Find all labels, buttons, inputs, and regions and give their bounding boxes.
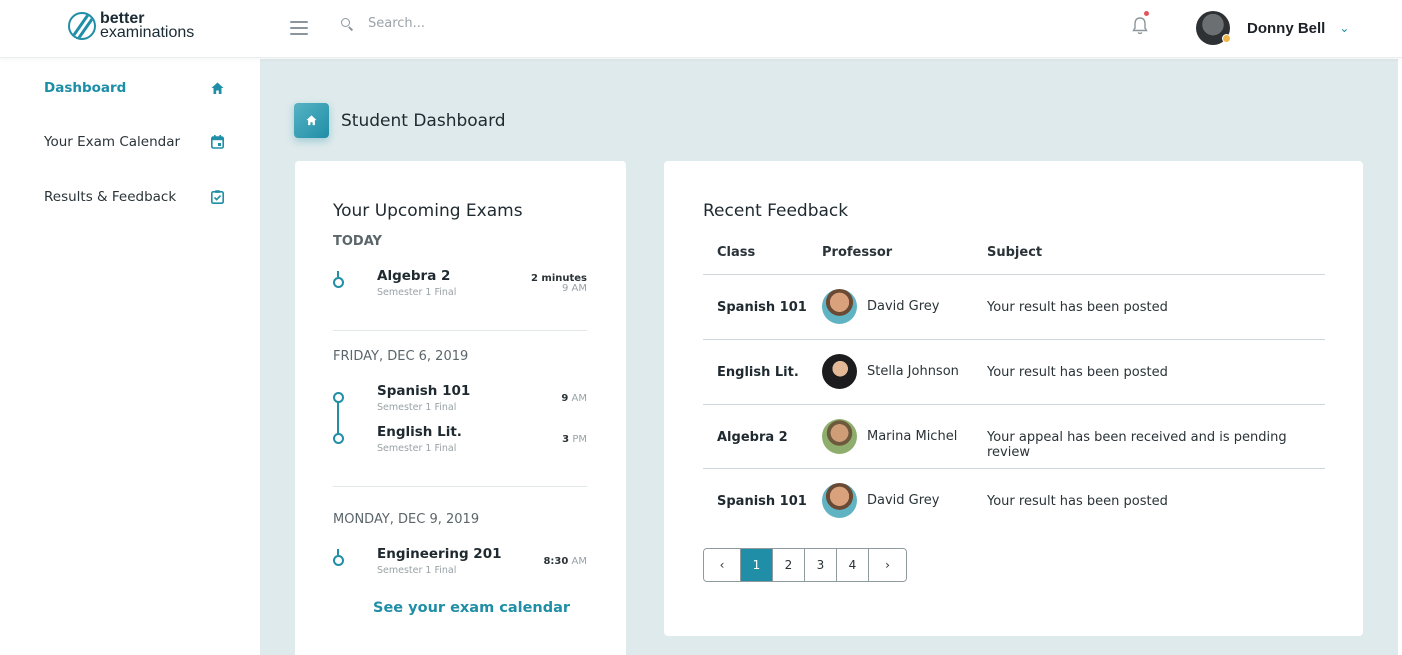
sidebar-item-results-feedback[interactable]: Results & Feedback [44,185,224,209]
recent-feedback-card: Recent Feedback Class Professor Subject … [664,161,1363,636]
sidebar: Dashboard Your Exam Calendar Results & F… [0,59,260,655]
see-exam-calendar-link[interactable]: See your exam calendar [373,600,570,616]
search-icon [340,17,354,31]
exam-time-unit: AM [571,393,587,404]
search-input[interactable] [368,16,648,31]
exam-time-number: 9 [561,393,569,404]
exam-time-number: 8:30 [543,556,569,567]
cell-professor: Marina Michel [822,419,957,454]
exam-name: Algebra 2 [377,268,451,284]
cell-professor: Stella Johnson [822,354,959,389]
exam-subtitle: Semester 1 Final [377,565,457,576]
exam-subtitle: Semester 1 Final [377,443,457,454]
sidebar-item-exam-calendar[interactable]: Your Exam Calendar [44,130,224,154]
day-label-friday: FRIDAY, DEC 6, 2019 [333,349,469,364]
clipboard-check-icon [210,190,224,204]
cell-class: Spanish 101 [717,494,807,509]
exam-time-unit: PM [572,434,587,445]
professor-avatar [822,483,857,518]
pagination-page-1[interactable]: 1 [741,549,773,581]
exam-subtitle: Semester 1 Final [377,287,457,298]
exam-item[interactable]: Algebra 2 Semester 1 Final 2 minutes 9 A… [333,268,587,302]
sidebar-item-label: Your Exam Calendar [44,134,181,150]
recent-feedback-title: Recent Feedback [703,201,849,221]
cell-class: Algebra 2 [717,430,788,445]
professor-avatar [822,419,857,454]
table-row[interactable]: Algebra 2 Marina Michel Your appeal has … [703,405,1325,469]
cell-subject: Your result has been posted [987,300,1168,315]
user-menu[interactable]: Donny Bell ⌄ [1196,11,1349,45]
cell-class: English Lit. [717,365,799,380]
page-title: Student Dashboard [341,110,506,131]
divider [333,330,587,331]
pagination-page-3[interactable]: 3 [805,549,837,581]
exam-item[interactable]: Spanish 101 Semester 1 Final 9 AM [333,383,587,417]
logo[interactable]: better examinations [68,11,195,41]
user-name: Donny Bell [1247,19,1326,37]
cell-professor: David Grey [822,483,940,518]
pagination-page-2[interactable]: 2 [773,549,805,581]
pagination-page-4[interactable]: 4 [837,549,869,581]
cell-subject: Your appeal has been received and is pen… [987,430,1287,460]
exam-subtitle: Semester 1 Final [377,402,457,413]
exam-time: 9 AM [561,393,587,404]
timeline-dot [333,433,344,444]
professor-name: Stella Johnson [867,364,959,379]
table-row[interactable]: English Lit. Stella Johnson Your result … [703,340,1325,404]
menu-icon[interactable] [290,21,308,35]
home-icon [294,103,329,138]
professor-avatar [822,354,857,389]
divider [333,486,587,487]
column-header-class[interactable]: Class [717,245,755,260]
exam-item[interactable]: Engineering 201 Semester 1 Final 8:30 AM [333,546,587,580]
column-header-subject[interactable]: Subject [987,245,1042,260]
calendar-icon [210,135,224,149]
page-header: Student Dashboard [294,103,506,138]
logo-mark-icon [68,12,96,40]
day-label-monday: MONDAY, DEC 9, 2019 [333,512,480,527]
exam-time: 9 AM [561,283,587,294]
logo-text: better examinations [100,11,195,41]
timeline-dot [333,271,344,288]
sidebar-item-dashboard[interactable]: Dashboard [44,76,224,100]
timeline-dot [333,549,344,566]
notification-dot [1144,11,1149,16]
cell-professor: David Grey [822,289,940,324]
pagination-prev-button[interactable]: ‹ [704,549,741,581]
table-row[interactable]: Spanish 101 David Grey Your result has b… [703,469,1325,533]
cell-subject: Your result has been posted [987,365,1168,380]
exam-name: Engineering 201 [377,546,502,562]
professor-name: Marina Michel [867,429,958,444]
chevron-down-icon[interactable]: ⌄ [1339,21,1349,35]
notification-bell-icon[interactable] [1132,11,1149,36]
professor-name: David Grey [867,299,940,314]
exam-name: English Lit. [377,424,462,440]
exam-time-number: 3 [562,434,570,445]
sidebar-item-label: Dashboard [44,80,127,96]
upcoming-exams-title: Your Upcoming Exams [333,201,523,221]
main-content: Student Dashboard Your Upcoming Exams TO… [260,59,1398,655]
pagination: ‹ 1 2 3 4 › [703,548,907,582]
cell-subject: Your result has been posted [987,494,1168,509]
exam-time: 8:30 AM [543,556,587,567]
column-header-professor[interactable]: Professor [822,245,892,260]
exam-item[interactable]: English Lit. Semester 1 Final 3 PM [333,424,587,458]
upcoming-exams-card: Your Upcoming Exams TODAY Algebra 2 Seme… [295,161,626,655]
cell-class: Spanish 101 [717,300,807,315]
exam-time: 3 PM [562,434,587,445]
exam-name: Spanish 101 [377,383,471,399]
professor-name: David Grey [867,493,940,508]
exam-time-unit: AM [571,556,587,567]
timeline-dot [333,392,344,403]
search-bar [340,16,648,31]
day-label-today: TODAY [333,234,382,249]
sidebar-item-label: Results & Feedback [44,189,177,205]
table-row[interactable]: Spanish 101 David Grey Your result has b… [703,275,1325,339]
pagination-next-button[interactable]: › [869,549,906,581]
user-avatar [1196,11,1231,45]
top-bar: better examinations Donny Bell ⌄ [0,0,1402,58]
logo-line2: examinations [100,24,195,41]
home-icon [210,81,224,95]
professor-avatar [822,289,857,324]
